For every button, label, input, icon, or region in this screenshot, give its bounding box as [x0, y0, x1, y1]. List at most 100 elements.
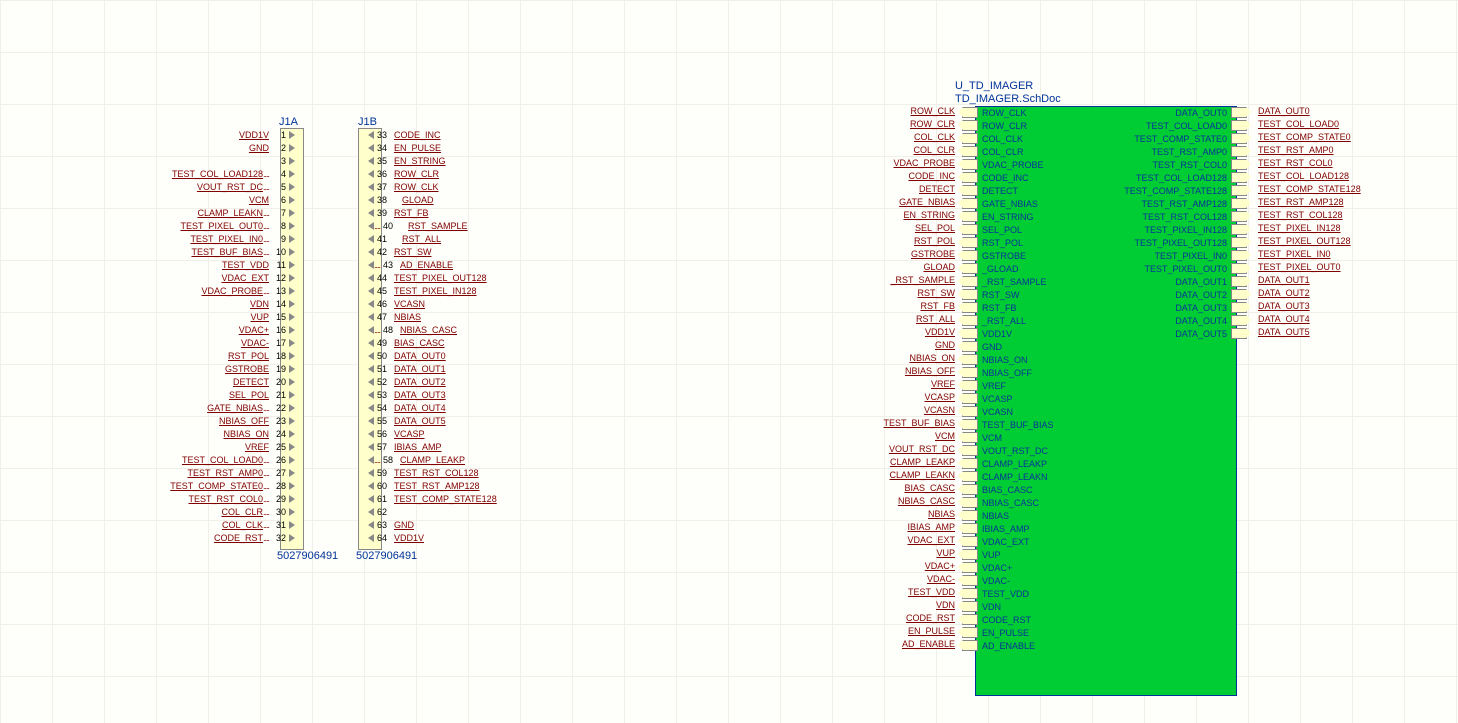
net-COL_CLK: COL_CLK [850, 132, 955, 145]
net-VCM: VCM [850, 431, 955, 444]
port-VCM: VCM [962, 431, 1058, 444]
net-CLAMP_LEAKN: CLAMP_LEAKN [850, 470, 955, 483]
pin-j1b-51: 51DATA_OUT1 [368, 362, 618, 375]
pin-j1a-16: VDAC+16 [80, 323, 295, 336]
pin-j1b-52: 52DATA_OUT2 [368, 375, 618, 388]
schematic-canvas: J1A 5027906491 VDD1V1GND23TEST_COL_LOAD1… [0, 0, 1458, 723]
port-TEST_COMP_STATE128: TEST_COMP_STATE128 [1095, 184, 1247, 197]
pin-j1a-22: GATE_NBIAS....22 [80, 401, 295, 414]
j1b-part: 5027906491 [356, 550, 417, 562]
pin-j1b-62: 62 [368, 505, 618, 518]
pin-j1a-24: NBIAS_ON24 [80, 427, 295, 440]
port-GATE_NBIAS: GATE_NBIAS [962, 197, 1058, 210]
pin-j1a-17: VDAC-17 [80, 336, 295, 349]
net-TEST_RST_AMP128: TEST_RST_AMP128 [1258, 197, 1418, 210]
pin-j1a-32: CODE_RST....32 [80, 531, 295, 544]
port-VDD1V: VDD1V [962, 327, 1058, 340]
net-TEST_COMP_STATE128: TEST_COMP_STATE128 [1258, 184, 1418, 197]
net-GND: GND [850, 340, 955, 353]
port-NBIAS_CASC: NBIAS_CASC [962, 496, 1058, 509]
port-IBIAS_AMP: IBIAS_AMP [962, 522, 1058, 535]
pin-j1a-6: VCM6 [80, 193, 295, 206]
net-EN_STRING: EN_STRING [850, 210, 955, 223]
pin-j1b-50: 50DATA_OUT0 [368, 349, 618, 362]
net-VUP: VUP [850, 548, 955, 561]
pin-j1b-58: ....58CLAMP_LEAKP [368, 453, 618, 466]
port-VREF: VREF [962, 379, 1058, 392]
port-BIAS_CASC: BIAS_CASC [962, 483, 1058, 496]
pin-j1b-39: 39RST_FB [368, 206, 618, 219]
sheet-left-nets: ROW_CLKROW_CLRCOL_CLKCOL_CLRVDAC_PROBECO… [850, 106, 955, 652]
pin-j1b-43: ....43AD_ENABLE [368, 258, 618, 271]
port-TEST_BUF_BIAS: TEST_BUF_BIAS [962, 418, 1058, 431]
port-VDAC-: VDAC- [962, 574, 1058, 587]
port-VUP: VUP [962, 548, 1058, 561]
j1a-designator: J1A [279, 116, 298, 128]
net-RST_POL: RST_POL [850, 236, 955, 249]
j1b-designator: J1B [358, 116, 377, 128]
sheet-right-nets: DATA_OUT0TEST_COL_LOAD0TEST_COMP_STATE0 T… [1258, 106, 1418, 340]
net-TEST_PIXEL_IN0: TEST_PIXEL_IN0 [1258, 249, 1418, 262]
port-VDAC+: VDAC+ [962, 561, 1058, 574]
pin-j1b-63: 63GND [368, 518, 618, 531]
pin-j1a-25: VREF25 [80, 440, 295, 453]
port-TEST_PIXEL_OUT0: TEST_PIXEL_OUT0 [1095, 262, 1247, 275]
port-TEST_VDD: TEST_VDD [962, 587, 1058, 600]
net-SEL_POL: SEL_POL [850, 223, 955, 236]
net-TEST_COL_LOAD0: TEST_COL_LOAD0 [1258, 119, 1418, 132]
pin-j1a-30: COL_CLR....30 [80, 505, 295, 518]
pin-j1b-35: 35EN_STRING [368, 154, 618, 167]
pin-j1b-54: 54DATA_OUT4 [368, 401, 618, 414]
sheet-title: U_TD_IMAGER [955, 80, 1033, 92]
net-TEST_COMP_STATE0: TEST_COMP_STATE0 [1258, 132, 1418, 145]
net-VDD1V: VDD1V [850, 327, 955, 340]
port-DATA_OUT2: DATA_OUT2 [1095, 288, 1247, 301]
net-VDAC_PROBE: VDAC_PROBE [850, 158, 955, 171]
pin-j1a-4: TEST_COL_LOAD128....4 [80, 167, 295, 180]
net-VOUT_RST_DC: VOUT_RST_DC [850, 444, 955, 457]
port-RST_FB: RST_FB [962, 301, 1058, 314]
net-DATA_OUT5: DATA_OUT5 [1258, 327, 1418, 340]
port-DATA_OUT1: DATA_OUT1 [1095, 275, 1247, 288]
net-DATA_OUT0: DATA_OUT0 [1258, 106, 1418, 119]
pin-j1a-21: SEL_POL21 [80, 388, 295, 401]
j1a-part: 5027906491 [277, 550, 338, 562]
pin-j1a-26: TEST_COL_LOAD0....26 [80, 453, 295, 466]
pin-j1a-23: NBIAS_OFF23 [80, 414, 295, 427]
pin-j1b-44: 44TEST_PIXEL_OUT128 [368, 271, 618, 284]
port-GND: GND [962, 340, 1058, 353]
port-TEST_PIXEL_OUT128: TEST_PIXEL_OUT128 [1095, 236, 1247, 249]
pin-j1a-28: TEST_COMP_STATE0....28 [80, 479, 295, 492]
port-TEST_PIXEL_IN128: TEST_PIXEL_IN128 [1095, 223, 1247, 236]
pin-j1b-45: 45TEST_PIXEL_IN128 [368, 284, 618, 297]
sheet-right-ports: DATA_OUT0TEST_COL_LOAD0TEST_COMP_STATE0T… [1095, 106, 1247, 340]
j1a-pins: VDD1V1GND23TEST_COL_LOAD128....4VOUT_RST… [80, 128, 295, 544]
port-TEST_RST_COL128: TEST_RST_COL128 [1095, 210, 1247, 223]
pin-j1b-48: ....48NBIAS_CASC [368, 323, 618, 336]
net-EN_PULSE: EN_PULSE [850, 626, 955, 639]
net-CODE_INC: CODE_INC [850, 171, 955, 184]
net-CODE_RST: CODE_RST [850, 613, 955, 626]
pin-j1a-31: COL_CLK....31 [80, 518, 295, 531]
pin-j1a-19: GSTROBE19 [80, 362, 295, 375]
port-NBIAS_ON: NBIAS_ON [962, 353, 1058, 366]
port-TEST_COL_LOAD0: TEST_COL_LOAD0 [1095, 119, 1247, 132]
net-TEST_PIXEL_IN128: TEST_PIXEL_IN128 [1258, 223, 1418, 236]
pin-j1b-40: ....40RST_SAMPLE [368, 219, 618, 232]
net-RST_FB: RST_FB [850, 301, 955, 314]
pin-j1a-10: TEST_BUF_BIAS....10 [80, 245, 295, 258]
net-VCASN: VCASN [850, 405, 955, 418]
net-DETECT: DETECT [850, 184, 955, 197]
pin-j1a-20: DETECT20 [80, 375, 295, 388]
pin-j1a-3: 3 [80, 154, 295, 167]
pin-j1b-55: 55DATA_OUT5 [368, 414, 618, 427]
pin-j1b-38: 38GLOAD [368, 193, 618, 206]
net-NBIAS_ON: NBIAS_ON [850, 353, 955, 366]
pin-j1b-34: 34EN_PULSE [368, 141, 618, 154]
net-DATA_OUT3: DATA_OUT3 [1258, 301, 1418, 314]
net-VDAC+: VDAC+ [850, 561, 955, 574]
pin-j1b-57: 57IBIAS_AMP [368, 440, 618, 453]
net-VDAC_EXT: VDAC_EXT [850, 535, 955, 548]
pin-j1b-56: 56VCASP [368, 427, 618, 440]
port-_RST_SAMPLE: _RST_SAMPLE [962, 275, 1058, 288]
